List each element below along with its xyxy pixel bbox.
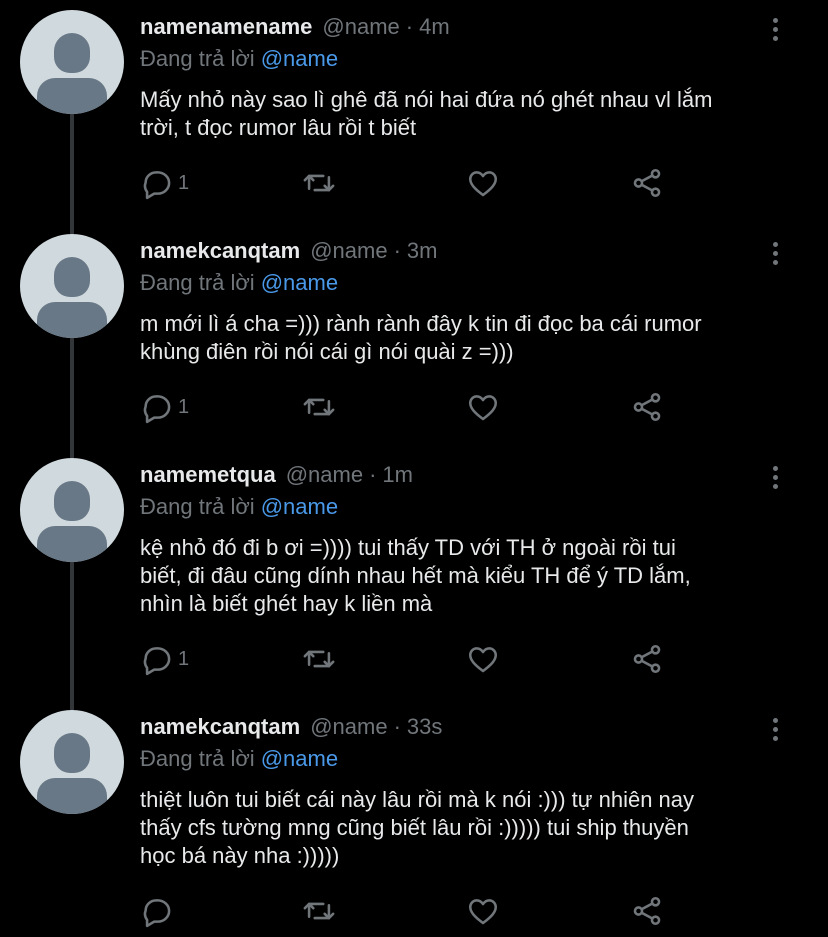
separator-dot: · — [393, 714, 401, 739]
text-line: trời, t đọc rumor lâu rồi t biết — [140, 115, 417, 140]
reply-item[interactable]: namekcanqtam @name · 33s Đang trả lời @na… — [0, 700, 828, 937]
reply-count: 1 — [178, 647, 190, 670]
action-bar — [140, 891, 700, 931]
retweet-button[interactable] — [302, 163, 336, 203]
reply-item[interactable]: namemetqua @name · 1m Đang trả lời @name … — [0, 448, 828, 700]
reply-icon — [143, 647, 171, 676]
replying-label: Đang trả lời — [140, 46, 255, 71]
reply-text: thiệt luôn tui biết cái này lâu rồi mà k… — [140, 786, 800, 870]
text-line: m mới lì á cha =))) rành rành đây k tin … — [140, 311, 702, 336]
reply-text: Mấy nhỏ này sao lì ghê đã nói hai đứa nó… — [140, 86, 800, 142]
action-bar: 1 — [140, 639, 700, 679]
reply-count: 1 — [178, 171, 190, 194]
reply-header: namekcanqtam @name · 33s — [140, 714, 442, 744]
replying-label: Đang trả lời — [140, 494, 255, 519]
more-options-icon[interactable] — [765, 238, 785, 268]
user-handle[interactable]: @name — [310, 238, 387, 264]
avatar[interactable] — [20, 458, 124, 562]
mention-link[interactable]: @name — [261, 270, 338, 295]
timestamp[interactable]: 33s — [407, 714, 442, 740]
replying-label: Đang trả lời — [140, 746, 255, 771]
action-bar: 1 — [140, 387, 700, 427]
retweet-icon — [303, 174, 335, 192]
like-button[interactable] — [466, 387, 500, 427]
reply-text: m mới lì á cha =))) rành rành đây k tin … — [140, 310, 800, 366]
avatar[interactable] — [20, 710, 124, 814]
like-button[interactable] — [466, 639, 500, 679]
reply-header: namekcanqtam @name · 3m — [140, 238, 437, 268]
separator-dot: · — [369, 462, 377, 487]
avatar[interactable] — [20, 10, 124, 114]
timestamp[interactable]: 1m — [382, 462, 413, 488]
text-line: nhìn là biết ghét hay k liền mà — [140, 591, 433, 616]
like-button[interactable] — [466, 163, 500, 203]
reply-item[interactable]: namekcanqtam @name · 3m Đang trả lời @nam… — [0, 224, 828, 448]
more-options-icon[interactable] — [765, 462, 785, 492]
user-handle[interactable]: @name — [286, 462, 363, 488]
reply-thread: namenamename @name · 4m Đang trả lời @nam… — [0, 0, 828, 937]
replying-to: Đang trả lời @name — [140, 746, 338, 772]
text-line: học bá này nha :))))) — [140, 843, 340, 868]
share-button[interactable] — [630, 387, 664, 427]
share-icon — [633, 168, 661, 198]
share-button[interactable] — [630, 639, 664, 679]
reply-button[interactable]: 1 — [140, 163, 189, 203]
mention-link[interactable]: @name — [261, 746, 338, 771]
reply-icon — [143, 171, 171, 200]
share-button[interactable] — [630, 891, 664, 931]
reply-button[interactable] — [140, 891, 178, 931]
timestamp[interactable]: 3m — [407, 238, 438, 264]
like-button[interactable] — [466, 891, 500, 931]
separator-dot: · — [405, 14, 414, 39]
retweet-icon — [303, 650, 335, 668]
user-handle[interactable]: @name — [322, 14, 399, 40]
display-name[interactable]: namenamename — [140, 14, 312, 40]
like-icon — [468, 171, 498, 197]
share-button[interactable] — [630, 163, 664, 203]
more-options-icon[interactable] — [765, 714, 785, 744]
avatar[interactable] — [20, 234, 124, 338]
more-options-icon[interactable] — [765, 14, 785, 44]
reply-text: kệ nhỏ đó đi b ơi =)))) tui thấy TD với … — [140, 534, 800, 618]
mention-link[interactable]: @name — [261, 46, 338, 71]
user-handle[interactable]: @name — [310, 714, 387, 740]
like-icon — [468, 899, 498, 925]
retweet-icon — [303, 902, 335, 920]
reply-button[interactable]: 1 — [140, 387, 189, 427]
text-line: khùng điên rồi nói cái gì nói quài z =))… — [140, 339, 514, 364]
timestamp[interactable]: 4m — [419, 14, 450, 40]
replying-to: Đang trả lời @name — [140, 46, 338, 72]
reply-icon — [143, 899, 171, 928]
retweet-button[interactable] — [302, 387, 336, 427]
reply-header: namemetqua @name · 1m — [140, 462, 413, 492]
display-name[interactable]: namemetqua — [140, 462, 276, 488]
reply-button[interactable]: 1 — [140, 639, 189, 679]
retweet-button[interactable] — [302, 639, 336, 679]
replying-to: Đang trả lời @name — [140, 270, 338, 296]
mention-link[interactable]: @name — [261, 494, 338, 519]
share-icon — [633, 896, 661, 926]
reply-header: namenamename @name · 4m — [140, 14, 450, 44]
text-line: thiệt luôn tui biết cái này lâu rồi mà k… — [140, 787, 695, 812]
like-icon — [468, 395, 498, 421]
action-bar: 1 — [140, 163, 700, 203]
text-line: biết, đi đâu cũng dính nhau hết mà kiểu … — [140, 563, 691, 588]
separator-dot: · — [393, 238, 401, 263]
like-icon — [468, 647, 498, 673]
retweet-button[interactable] — [302, 891, 336, 931]
display-name[interactable]: namekcanqtam — [140, 714, 300, 740]
replying-to: Đang trả lời @name — [140, 494, 338, 520]
text-line: kệ nhỏ đó đi b ơi =)))) tui thấy TD với … — [140, 535, 676, 560]
share-icon — [633, 392, 661, 422]
reply-count: 1 — [178, 395, 190, 418]
text-line: thấy cfs tường mng cũng biết lâu rồi :))… — [140, 815, 689, 840]
retweet-icon — [303, 398, 335, 416]
reply-icon — [143, 395, 171, 424]
share-icon — [633, 644, 661, 674]
reply-item[interactable]: namenamename @name · 4m Đang trả lời @nam… — [0, 0, 828, 224]
replying-label: Đang trả lời — [140, 270, 255, 295]
text-line: Mấy nhỏ này sao lì ghê đã nói hai đứa nó… — [140, 87, 713, 112]
display-name[interactable]: namekcanqtam — [140, 238, 300, 264]
